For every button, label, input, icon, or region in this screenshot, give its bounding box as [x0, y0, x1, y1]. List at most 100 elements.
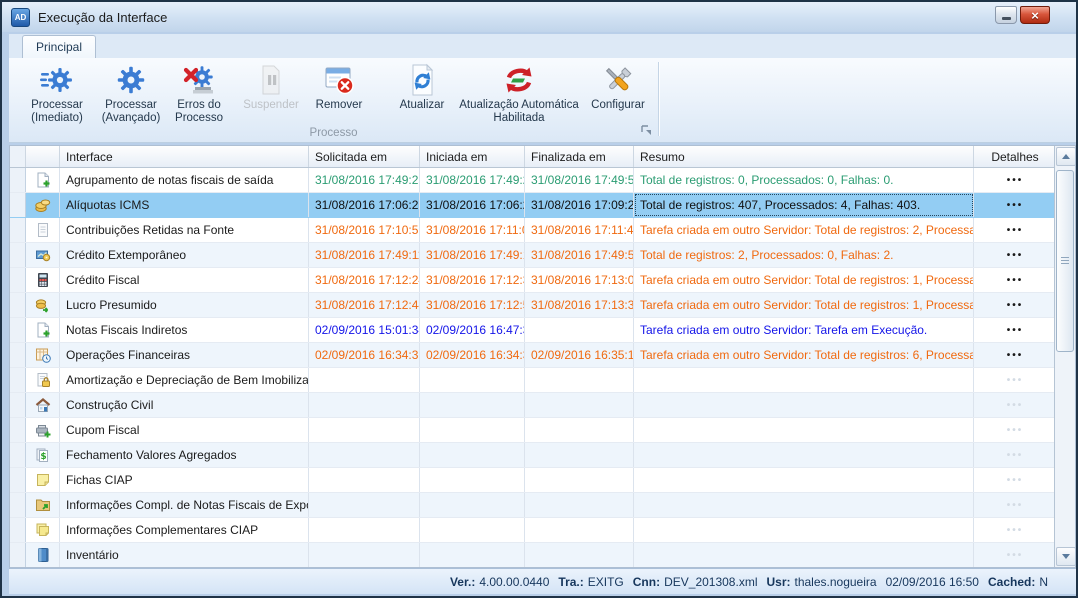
header-indicator — [10, 146, 26, 167]
titlebar: AD Execução da Interface × — [2, 2, 1076, 32]
ellipsis-icon: ••• — [1007, 500, 1024, 511]
ribbon-tabstrip: Principal — [9, 34, 1076, 58]
table-row[interactable]: Amortização e Depreciação de Bem Imobili… — [10, 368, 1056, 393]
table-row[interactable]: Cupom Fiscal ••• — [10, 418, 1056, 443]
header-solicitada-em[interactable]: Solicitada em — [309, 146, 420, 167]
ribbon-button-configurar[interactable]: Configurar — [589, 62, 647, 134]
app-logo-icon: AD — [11, 8, 30, 27]
table-row[interactable]: Notas Fiscais Indiretos 02/09/2016 15:01… — [10, 318, 1056, 343]
details-button[interactable]: ••• — [974, 543, 1056, 567]
cell-finalizada-em: 31/08/2016 17:09:28 — [525, 193, 634, 217]
tools-icon — [601, 63, 635, 97]
ellipsis-icon: ••• — [1007, 350, 1024, 361]
header-finalizada-em[interactable]: Finalizada em — [525, 146, 634, 167]
row-indicator — [10, 218, 26, 242]
statusbar-segment: Usr:thales.nogueira — [766, 575, 876, 589]
ribbon-button-atualizacao-automatica[interactable]: Atualização AutomáticaHabilitada — [455, 62, 583, 134]
row-indicator — [10, 443, 26, 467]
cell-interface: Fechamento Valores Agregados — [60, 443, 309, 467]
cell-interface: Inventário — [60, 543, 309, 567]
book-icon — [26, 543, 60, 567]
ellipsis-icon: ••• — [1007, 200, 1024, 211]
details-button[interactable]: ••• — [974, 443, 1056, 467]
table-row[interactable]: $ Fechamento Valores Agregados ••• — [10, 443, 1056, 468]
details-button[interactable]: ••• — [974, 393, 1056, 417]
table-row[interactable]: Crédito Fiscal 31/08/2016 17:12:24 31/08… — [10, 268, 1056, 293]
ribbon-button-remover[interactable]: Remover — [309, 62, 369, 134]
details-button[interactable]: ••• — [974, 468, 1056, 492]
cell-finalizada-em — [525, 368, 634, 392]
table-row[interactable]: Alíquotas ICMS 31/08/2016 17:06:21 31/08… — [10, 193, 1056, 218]
cell-resumo — [634, 493, 974, 517]
doc-lock-icon — [26, 368, 60, 392]
cell-resumo: Tarefa criada em outro Servidor: Total d… — [634, 293, 974, 317]
header-detalhes[interactable]: Detalhes — [974, 146, 1056, 167]
cell-solicitada-em: 02/09/2016 16:34:37 — [309, 343, 420, 367]
ribbon-button-processar-avancado[interactable]: Processar(Avançado) — [95, 62, 167, 134]
details-button[interactable]: ••• — [974, 268, 1056, 292]
details-button[interactable]: ••• — [974, 293, 1056, 317]
header-interface[interactable]: Interface — [60, 146, 309, 167]
cell-iniciada-em — [420, 418, 525, 442]
ribbon-button-erros-do-processo[interactable]: Erros doProcesso — [167, 62, 231, 134]
dialog-launcher-icon[interactable] — [640, 124, 653, 137]
cell-finalizada-em: 31/08/2016 17:49:54 — [525, 168, 634, 192]
table-row[interactable]: Inventário ••• — [10, 543, 1056, 568]
tab-principal[interactable]: Principal — [22, 35, 96, 58]
ellipsis-icon: ••• — [1007, 525, 1024, 536]
vertical-scrollbar[interactable] — [1054, 146, 1075, 567]
table-row[interactable]: Informações Complementares CIAP ••• — [10, 518, 1056, 543]
money-card-icon — [26, 243, 60, 267]
grid-header: Interface Solicitada em Iniciada em Fina… — [10, 146, 1075, 168]
scroll-up-icon[interactable] — [1056, 147, 1076, 166]
header-resumo[interactable]: Resumo — [634, 146, 974, 167]
cell-finalizada-em: 31/08/2016 17:13:07 — [525, 268, 634, 292]
cell-iniciada-em — [420, 543, 525, 567]
details-button[interactable]: ••• — [974, 493, 1056, 517]
minimize-button[interactable] — [995, 6, 1017, 24]
cell-resumo: Tarefa criada em outro Servidor: Total d… — [634, 343, 974, 367]
table-row[interactable]: Contribuições Retidas na Fonte 31/08/201… — [10, 218, 1056, 243]
cell-iniciada-em — [420, 468, 525, 492]
ribbon-button-processar-imediato[interactable]: Processar(Imediato) — [21, 62, 93, 134]
header-iniciada-em[interactable]: Iniciada em — [420, 146, 525, 167]
details-button[interactable]: ••• — [974, 168, 1056, 192]
row-indicator — [10, 318, 26, 342]
cell-interface: Informações Compl. de Notas Fiscais de E… — [60, 493, 309, 517]
row-indicator — [10, 268, 26, 292]
cell-resumo — [634, 418, 974, 442]
cell-solicitada-em — [309, 443, 420, 467]
cell-finalizada-em — [525, 493, 634, 517]
details-button[interactable]: ••• — [974, 343, 1056, 367]
table-row[interactable]: Fichas CIAP ••• — [10, 468, 1056, 493]
details-button[interactable]: ••• — [974, 368, 1056, 392]
details-button[interactable]: ••• — [974, 418, 1056, 442]
table-row[interactable]: Construção Civil ••• — [10, 393, 1056, 418]
table-row[interactable]: Lucro Presumido 31/08/2016 17:12:44 31/0… — [10, 293, 1056, 318]
details-button[interactable]: ••• — [974, 518, 1056, 542]
ellipsis-icon: ••• — [1007, 375, 1024, 386]
table-row[interactable]: Informações Compl. de Notas Fiscais de E… — [10, 493, 1056, 518]
details-button[interactable]: ••• — [974, 193, 1056, 217]
details-button[interactable]: ••• — [974, 243, 1056, 267]
cell-solicitada-em — [309, 418, 420, 442]
details-button[interactable]: ••• — [974, 318, 1056, 342]
row-indicator — [10, 193, 26, 217]
row-indicator — [10, 468, 26, 492]
ribbon-button-suspender[interactable]: Suspender — [235, 62, 307, 134]
doc-add-icon — [26, 318, 60, 342]
folder-export-icon — [26, 493, 60, 517]
cell-solicitada-em: 31/08/2016 17:12:24 — [309, 268, 420, 292]
ribbon-button-atualizar[interactable]: Atualizar — [393, 62, 451, 134]
cell-interface: Notas Fiscais Indiretos — [60, 318, 309, 342]
minimize-icon — [1002, 17, 1011, 20]
auto-refresh-icon — [502, 63, 536, 97]
details-button[interactable]: ••• — [974, 218, 1056, 242]
table-row[interactable]: Operações Financeiras 02/09/2016 16:34:3… — [10, 343, 1056, 368]
close-button[interactable]: × — [1020, 6, 1050, 24]
ellipsis-icon: ••• — [1007, 450, 1024, 461]
table-row[interactable]: Crédito Extemporâneo 31/08/2016 17:49:11… — [10, 243, 1056, 268]
table-row[interactable]: Agrupamento de notas fiscais de saída 31… — [10, 168, 1056, 193]
scroll-down-icon[interactable] — [1056, 547, 1076, 566]
scrollbar-thumb[interactable] — [1056, 170, 1074, 352]
